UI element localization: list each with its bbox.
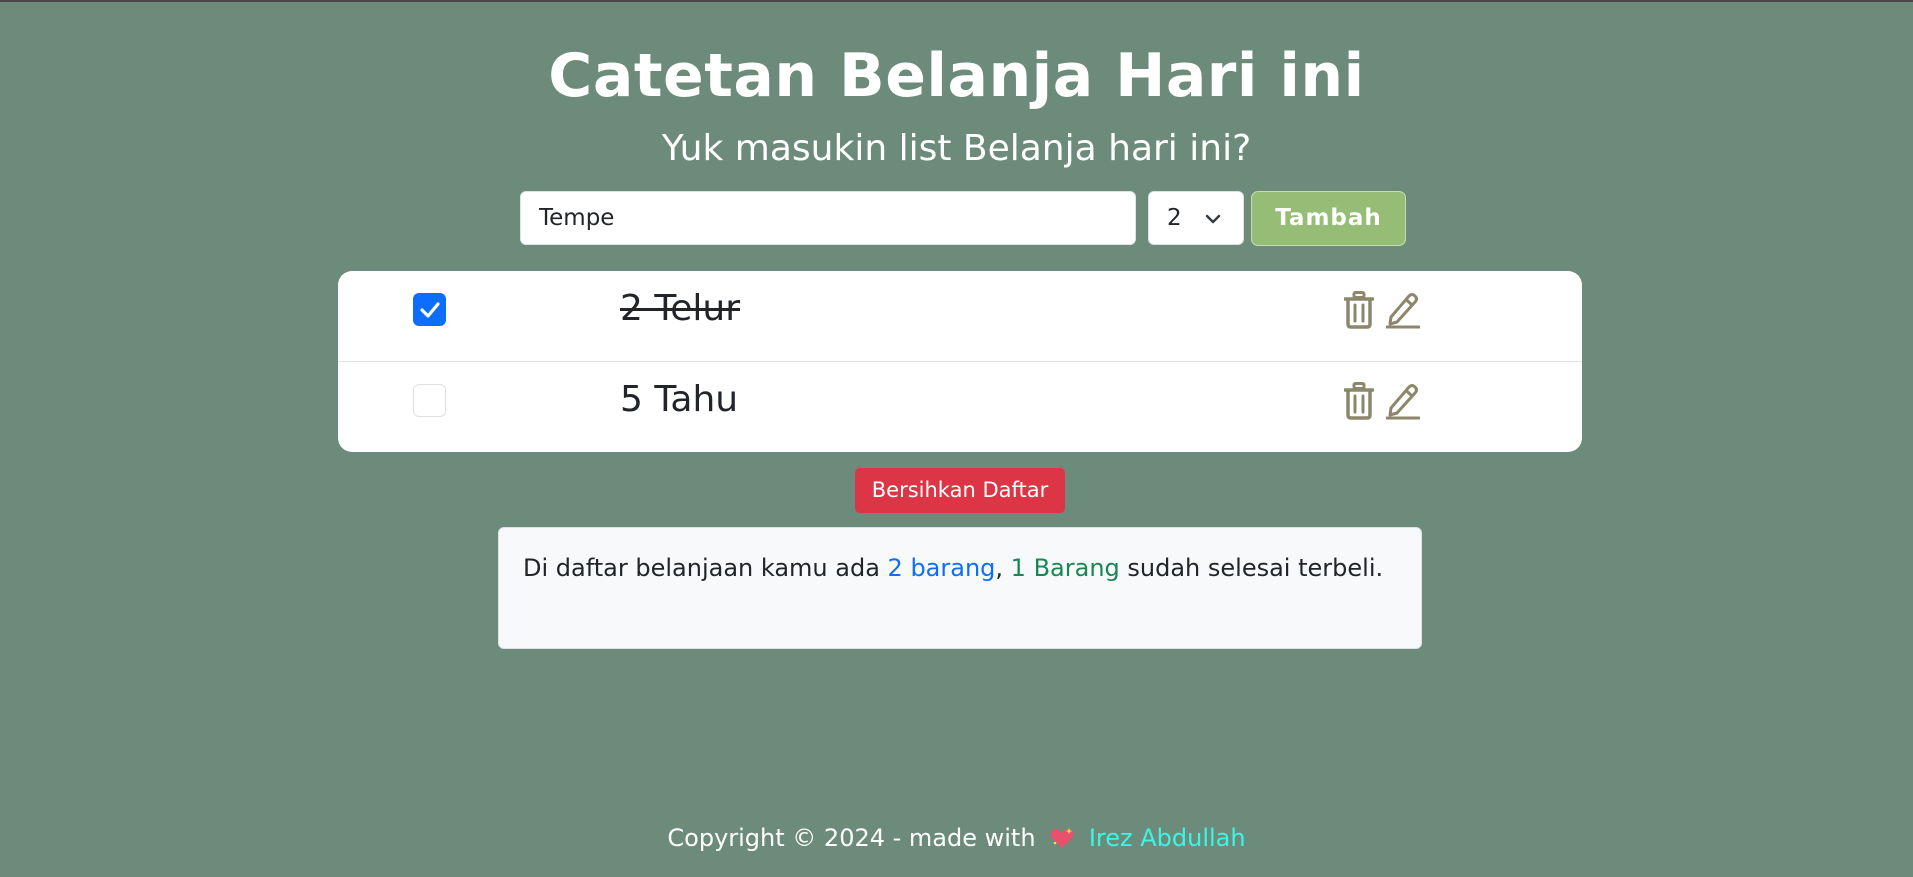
chevron-down-icon <box>1205 214 1221 224</box>
summary-prefix: Di daftar belanjaan kamu ada <box>523 554 888 582</box>
page: Catetan Belanja Hari ini Yuk masukin lis… <box>0 0 1913 877</box>
summary-done-count: 1 Barang <box>1010 554 1120 582</box>
page-title: Catetan Belanja Hari ini <box>548 41 1365 111</box>
summary-separator: , <box>995 554 1011 582</box>
check-icon <box>420 302 440 318</box>
add-button[interactable]: Tambah <box>1251 191 1406 246</box>
pencil-icon[interactable] <box>1386 382 1420 420</box>
quantity-value: 2 <box>1167 205 1182 231</box>
sparkling-heart-icon <box>1050 828 1074 848</box>
pencil-icon[interactable] <box>1386 291 1420 329</box>
footer: Copyright © 2024 - made with Irez Abdull… <box>0 820 1913 856</box>
footer-copyright: Copyright © 2024 - made with <box>667 824 1036 852</box>
summary-total-count: 2 barang <box>887 554 996 582</box>
author-link[interactable]: Irez Abdullah <box>1089 824 1246 852</box>
list-item: 2 Telur <box>338 271 1582 362</box>
trash-icon[interactable] <box>1344 291 1374 329</box>
top-border <box>0 0 1913 2</box>
clear-list-button[interactable]: Bersihkan Daftar <box>855 468 1065 513</box>
trash-icon[interactable] <box>1344 382 1374 420</box>
page-subtitle: Yuk masukin list Belanja hari ini? <box>661 128 1252 169</box>
quantity-select[interactable]: 2 <box>1148 191 1244 245</box>
item-checkbox[interactable] <box>413 384 446 417</box>
item-text: 2 Telur <box>620 288 740 329</box>
item-name-input[interactable] <box>520 191 1136 245</box>
shopping-list: 2 Telur 5 Tahu <box>338 271 1582 452</box>
summary-box: Di daftar belanjaan kamu ada 2 barang, 1… <box>498 527 1422 649</box>
item-checkbox[interactable] <box>413 293 446 326</box>
item-text: 5 Tahu <box>620 379 739 420</box>
list-item: 5 Tahu <box>338 362 1582 452</box>
summary-suffix: sudah selesai terbeli. <box>1119 554 1384 582</box>
